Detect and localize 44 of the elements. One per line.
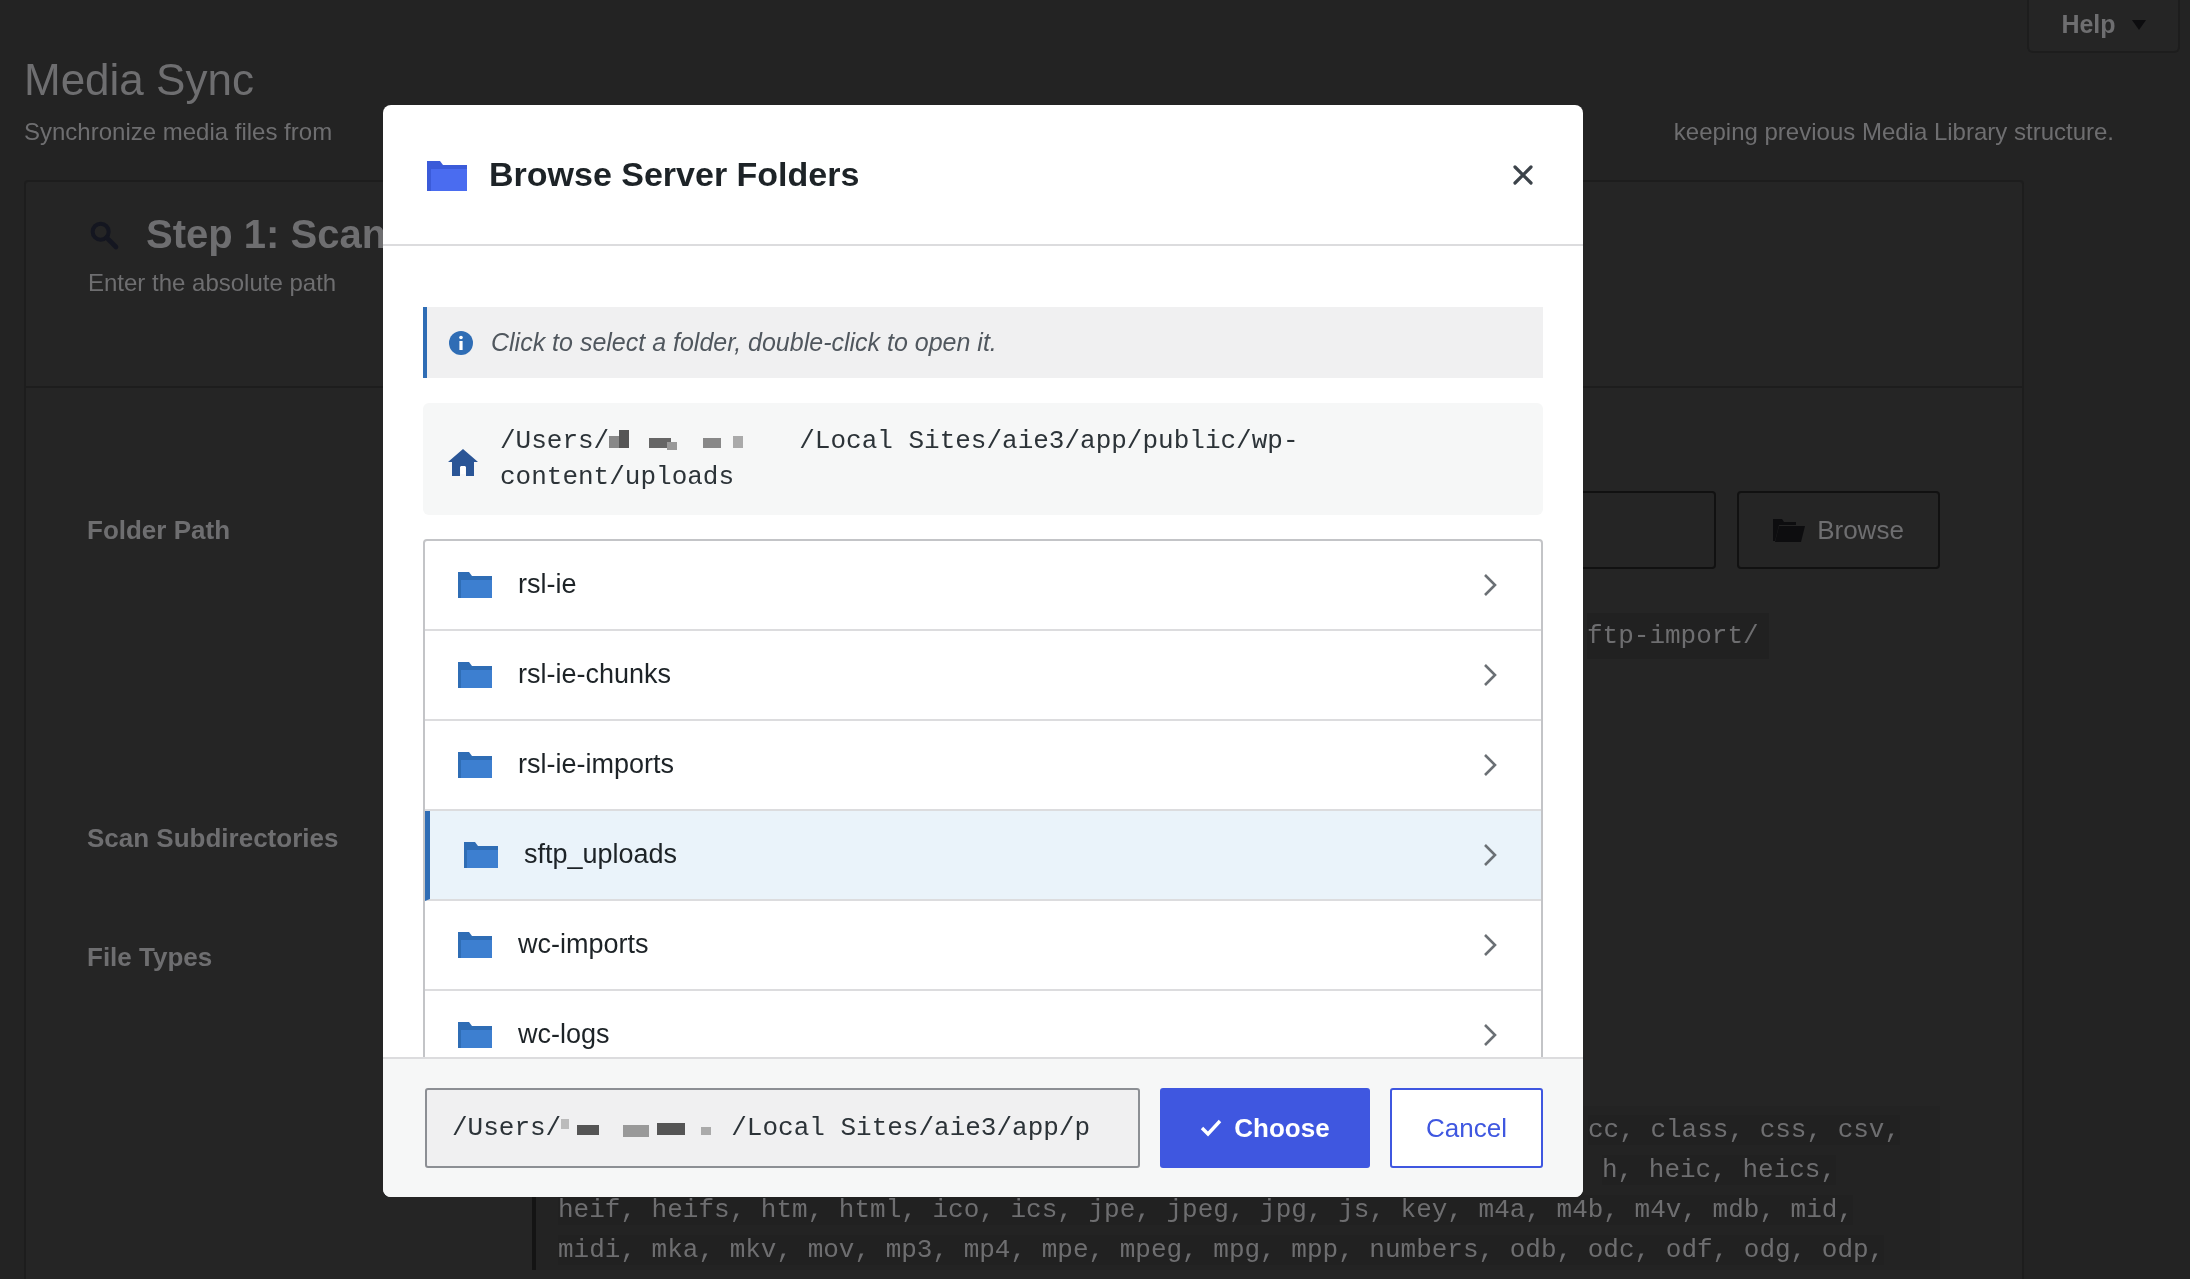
dialog-title: Browse Server Folders xyxy=(489,155,861,194)
folder-row[interactable]: sftp_uploads xyxy=(425,811,1541,901)
notice-text: Click to select a folder, double-click to open it. xyxy=(491,328,997,357)
step-description: Enter the absolute path xyxy=(88,269,338,297)
folder-name: rsl-ie-imports xyxy=(518,750,675,780)
file-types-label: File Types xyxy=(87,942,213,972)
close-icon xyxy=(1513,164,1533,185)
selected-path-field[interactable]: /Users/ /Local Sites/aie3/app/p xyxy=(425,1088,1140,1168)
scan-subdirectories-label: Scan Subdirectories xyxy=(87,823,339,853)
info-icon xyxy=(449,330,473,355)
chevron-right-icon xyxy=(1483,753,1497,777)
folder-icon xyxy=(458,752,492,778)
folder-row[interactable]: wc-imports xyxy=(425,901,1541,991)
folder-icon xyxy=(458,1022,492,1048)
folder-name: wc-imports xyxy=(518,930,650,960)
folder-icon xyxy=(458,662,492,688)
page-subtitle: keeping previous Media Library structure. xyxy=(1673,118,2114,146)
home-icon xyxy=(448,448,478,476)
chevron-right-icon xyxy=(1483,933,1497,957)
choose-button[interactable]: Choose xyxy=(1160,1088,1370,1168)
checkmark-icon xyxy=(1200,1119,1223,1137)
chevron-right-icon xyxy=(1483,843,1497,867)
folder-icon xyxy=(458,572,492,598)
cancel-button[interactable]: Cancel xyxy=(1390,1088,1543,1168)
folder-name: sftp_uploads xyxy=(524,840,679,870)
folder-icon xyxy=(427,158,467,191)
page-title: Media Sync xyxy=(23,54,254,106)
page-subtitle: Synchronize media files from xyxy=(24,118,333,146)
folder-name: rsl-ie-chunks xyxy=(518,660,673,690)
chevron-right-icon xyxy=(1483,1023,1497,1047)
caret-icon xyxy=(2131,19,2146,30)
current-path: /Users/ /Local Sites/aie3/app/public/wp-content/uploads xyxy=(500,425,1300,494)
folder-icon xyxy=(464,842,498,868)
path-example: ftp-import/ xyxy=(1587,613,1769,659)
chevron-right-icon xyxy=(1483,573,1497,597)
folder-path-label: Folder Path xyxy=(87,514,231,546)
step-title: Step 1: Scan xyxy=(146,212,387,257)
folder-name: wc-logs xyxy=(518,1020,611,1050)
folder-icon xyxy=(1773,517,1806,543)
folder-row[interactable]: rsl-ie-chunks xyxy=(425,631,1541,721)
chevron-right-icon xyxy=(1483,663,1497,687)
folder-name: rsl-ie xyxy=(518,570,578,600)
folder-icon xyxy=(458,932,492,958)
folder-row[interactable]: rsl-ie xyxy=(425,541,1541,631)
